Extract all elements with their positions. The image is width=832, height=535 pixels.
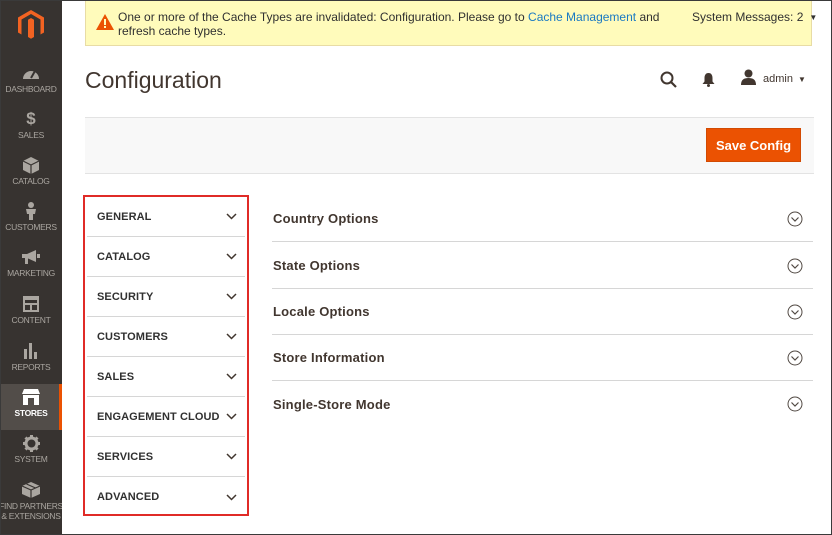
expand-circle-icon [787, 304, 803, 320]
sidebar-item-label: MARKETING [7, 268, 55, 278]
sidebar-item-label: CUSTOMERS [5, 222, 57, 232]
system-messages-label: System Messages: 2 [692, 10, 804, 24]
save-config-button[interactable]: Save Config [706, 128, 801, 162]
message-text-before: One or more of the Cache Types are inval… [118, 10, 525, 24]
tab-services[interactable]: SERVICES [87, 437, 245, 477]
tab-label: ENGAGEMENT CLOUD [97, 410, 220, 423]
sidebar-item-catalog[interactable]: CATALOG [0, 152, 62, 198]
sidebar-item-label: CONTENT [11, 315, 51, 325]
cube-icon [22, 156, 40, 174]
sidebar-item-content[interactable]: CONTENT [0, 291, 62, 337]
gear-icon [22, 434, 40, 452]
config-tabs-panel: GENERAL CATALOG SECURITY CUSTOMERS SALES… [83, 195, 249, 516]
expand-circle-icon [787, 211, 803, 227]
sidebar-item-reports[interactable]: REPORTS [0, 338, 62, 384]
section-locale-options[interactable]: Locale Options [272, 289, 813, 335]
chevron-down-icon [225, 412, 237, 422]
person-icon [22, 202, 40, 220]
sidebar-item-stores[interactable]: STORES [0, 384, 62, 430]
section-label: Single-Store Mode [273, 396, 391, 412]
section-state-options[interactable]: State Options [272, 243, 813, 289]
expand-circle-icon [787, 350, 803, 366]
sidebar-item-label: REPORTS [11, 362, 51, 372]
cache-management-link[interactable]: Cache Management [528, 10, 636, 24]
sidebar-item-label-line2: & EXTENSIONS [1, 511, 61, 521]
section-label: State Options [273, 258, 361, 273]
tab-advanced[interactable]: ADVANCED [87, 477, 245, 517]
sidebar-item-customers[interactable]: CUSTOMERS [0, 198, 62, 244]
section-single-store-mode[interactable]: Single-Store Mode [272, 381, 813, 427]
caret-down-icon: ▼ [809, 13, 818, 23]
tab-label: GENERAL [97, 210, 152, 223]
section-country-options[interactable]: Country Options [272, 196, 813, 242]
section-store-information[interactable]: Store Information [272, 335, 813, 381]
sidebar-item-label: FIND PARTNERS [0, 501, 62, 511]
sidebar-item-label: DASHBOARD [5, 84, 57, 94]
megaphone-icon [22, 248, 40, 266]
sidebar-item-label: SALES [18, 130, 44, 140]
tab-engagement-cloud[interactable]: ENGAGEMENT CLOUD [87, 397, 245, 437]
tab-label: ADVANCED [97, 491, 160, 503]
section-label: Country Options [273, 211, 379, 226]
bell-icon[interactable] [700, 71, 716, 88]
tab-label: SERVICES [97, 450, 154, 463]
tab-label: SECURITY [97, 290, 154, 303]
tab-sales[interactable]: SALES [87, 357, 245, 397]
tab-catalog[interactable]: CATALOG [87, 237, 245, 277]
tab-label: CUSTOMERS [97, 330, 168, 343]
sidebar-item-label: STORES [14, 408, 48, 418]
tab-label: CATALOG [97, 250, 151, 263]
magento-logo[interactable] [0, 0, 62, 50]
chevron-down-icon [225, 452, 237, 462]
page-actions-bar: Save Config [85, 117, 814, 174]
user-icon [741, 69, 756, 90]
system-message-bar: One or more of the Cache Types are inval… [85, 0, 817, 46]
chevron-down-icon [225, 252, 237, 262]
chevron-down-icon [225, 212, 237, 222]
expand-circle-icon [787, 396, 803, 412]
page-title: Configuration [85, 67, 222, 93]
chevron-down-icon [225, 292, 237, 302]
warning-icon [96, 14, 114, 30]
dollar-icon: $ [26, 109, 36, 128]
admin-sidebar: DASHBOARD $ SALES CATALOG CUSTOMERS MARK… [0, 0, 62, 535]
expand-circle-icon [787, 258, 803, 274]
boxes-icon [22, 481, 40, 499]
caret-down-icon: ▼ [797, 74, 806, 84]
bar-chart-icon [22, 342, 40, 360]
chevron-down-icon [225, 332, 237, 342]
tab-label: SALES [97, 370, 135, 383]
sidebar-item-label: SYSTEM [14, 454, 48, 464]
admin-user-menu[interactable]: admin ▼ [741, 69, 806, 90]
admin-username: admin [763, 73, 793, 85]
message-text: One or more of the Cache Types are inval… [118, 10, 678, 38]
search-icon[interactable] [659, 70, 677, 88]
tab-general[interactable]: GENERAL [87, 197, 245, 237]
sidebar-item-sales[interactable]: $ SALES [0, 106, 62, 152]
tab-security[interactable]: SECURITY [87, 277, 245, 317]
store-icon [22, 388, 40, 406]
chevron-down-icon [225, 492, 237, 502]
sidebar-item-marketing[interactable]: MARKETING [0, 244, 62, 290]
sidebar-item-system[interactable]: SYSTEM [0, 430, 62, 476]
sidebar-item-label: CATALOG [12, 176, 50, 186]
sidebar-item-dashboard[interactable]: DASHBOARD [0, 60, 62, 106]
system-messages-toggle[interactable]: System Messages: 2 ▼ [692, 10, 817, 24]
section-label: Locale Options [273, 304, 370, 319]
dashboard-icon [22, 64, 40, 82]
section-label: Store Information [273, 350, 385, 365]
layout-icon [22, 295, 40, 313]
tab-customers[interactable]: CUSTOMERS [87, 317, 245, 357]
chevron-down-icon [225, 372, 237, 382]
sidebar-item-find-partners[interactable]: FIND PARTNERS & EXTENSIONS [0, 477, 62, 527]
